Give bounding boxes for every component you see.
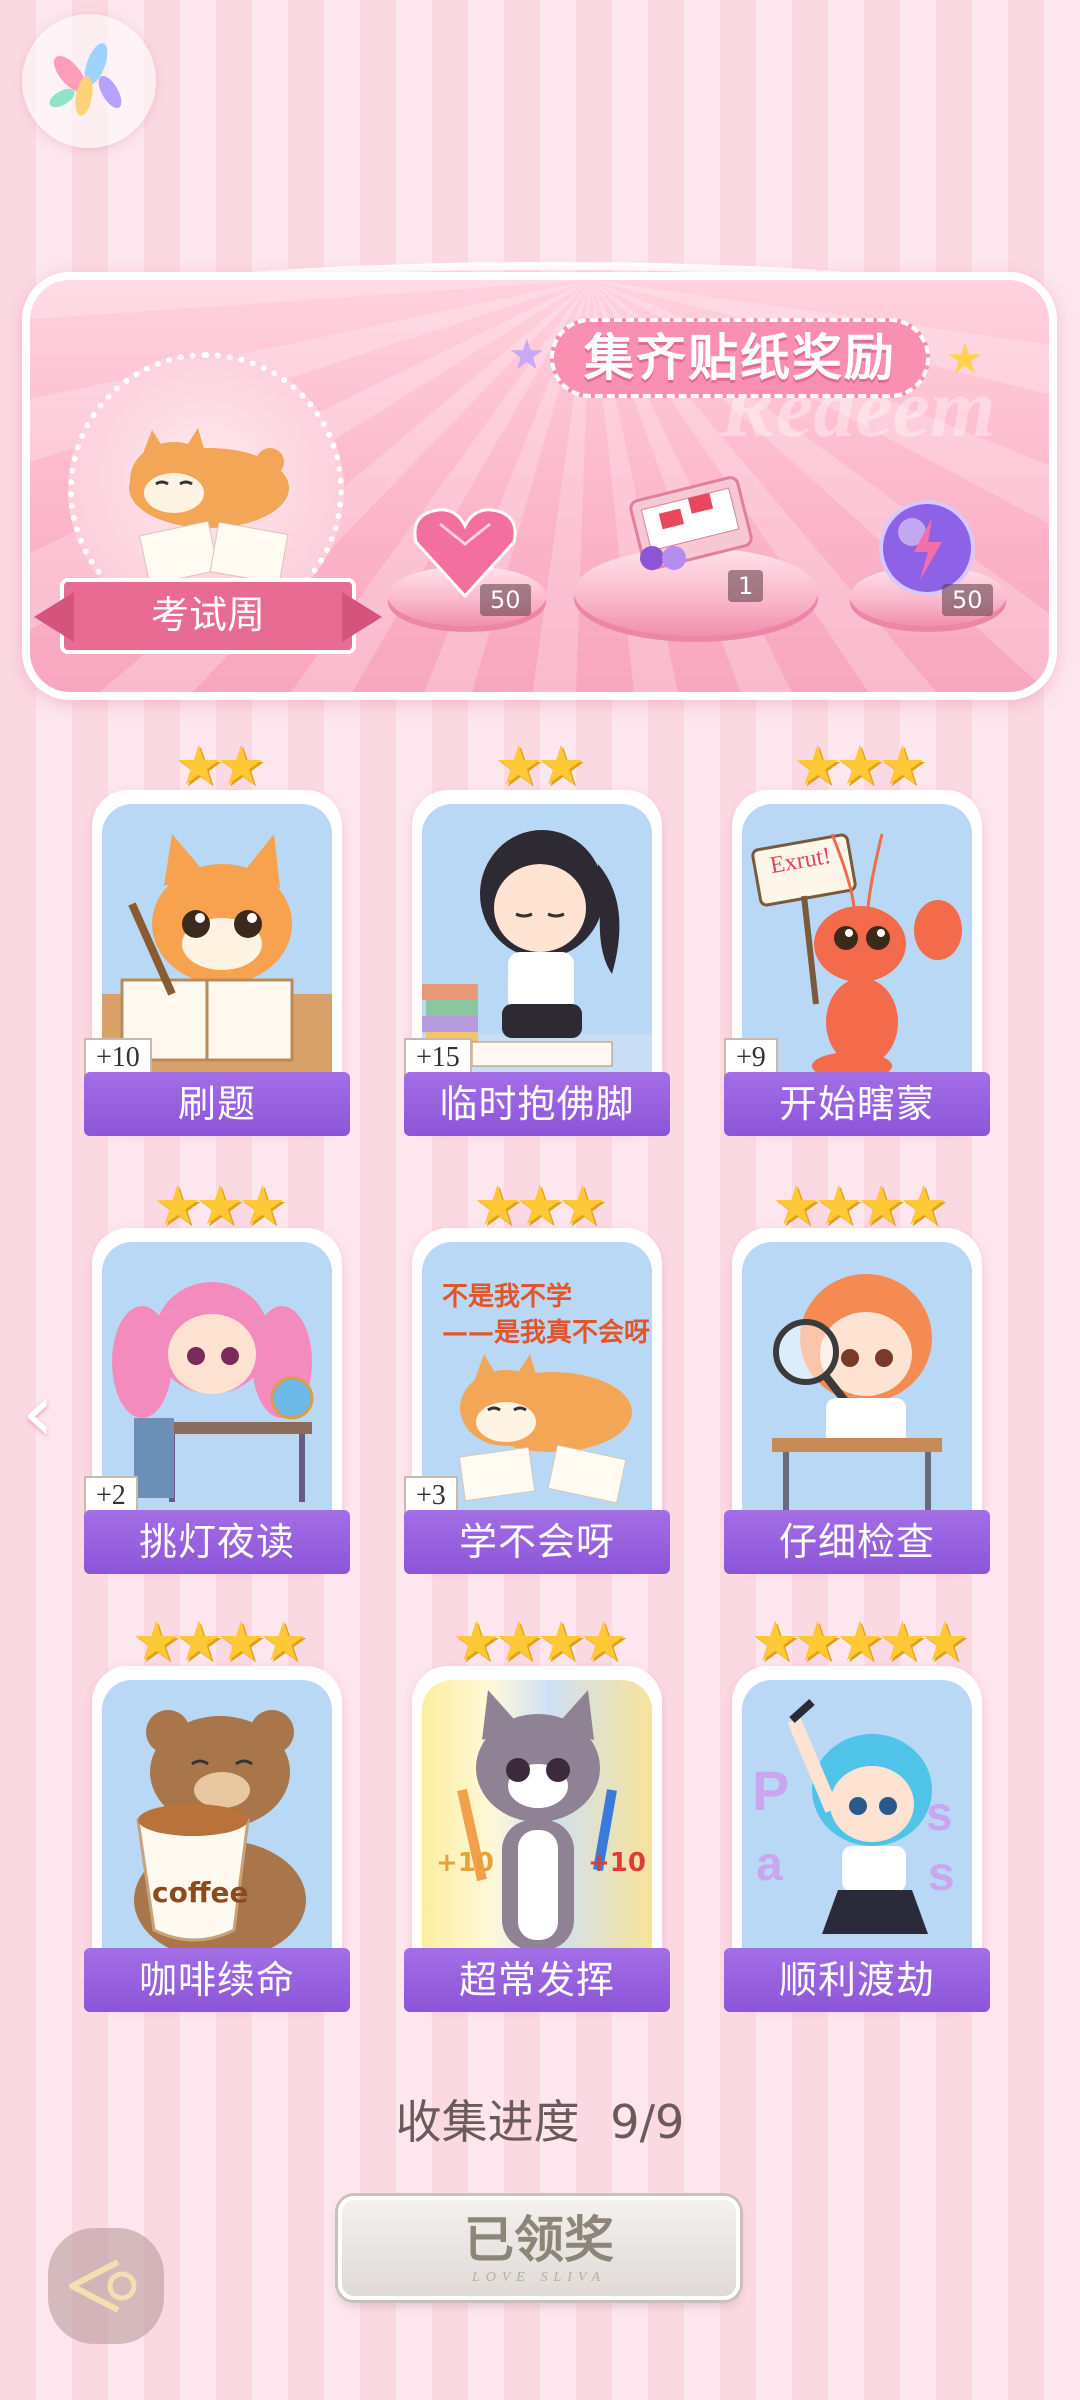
sticker-card[interactable]: +2 挑灯夜读 xyxy=(84,1228,350,1574)
card-label: 超常发挥 xyxy=(404,1948,670,2012)
app-logo-icon xyxy=(49,43,122,116)
back-arrow-icon xyxy=(69,2259,137,2313)
card-stars: ★★★★ xyxy=(772,1174,948,1237)
card-stars: ★★ xyxy=(494,734,586,797)
star-icon: ★ xyxy=(508,330,546,379)
magnifier-girl-icon xyxy=(772,1274,942,1512)
sticker-card[interactable]: +10 +10 超常发挥 xyxy=(404,1666,670,2012)
card-stars: ★★★ xyxy=(793,734,926,797)
blue-hair-girl-icon: P a s s xyxy=(752,1699,955,1934)
card-stars: ★★★★ xyxy=(132,1610,308,1673)
claim-reward-button[interactable]: 已领奖 LOVE SLIVA xyxy=(338,2196,740,2300)
gift-box-icon xyxy=(629,476,753,571)
slogan-text: 不是我不学 xyxy=(442,1282,573,1312)
lightning-orb-icon xyxy=(879,500,975,596)
sticker-art: P a s s xyxy=(742,1680,972,1962)
coffee-text: coffee xyxy=(152,1876,249,1909)
claim-button-subtitle: LOVE SLIVA xyxy=(471,2270,606,2285)
sticker-card[interactable]: 仔细检查 xyxy=(724,1228,990,1574)
banner-title: 集齐贴纸奖励 xyxy=(550,318,930,398)
sticker-art xyxy=(742,1242,972,1524)
card-label: 开始瞎蒙 xyxy=(724,1072,990,1136)
card-stars: ★★ xyxy=(174,734,266,797)
bonus-text: +10 xyxy=(588,1848,646,1878)
bear-coffee-icon xyxy=(134,1710,306,1960)
card-label: 学不会呀 xyxy=(404,1510,670,1574)
sticker-card[interactable]: P a s s 顺利渡劫 xyxy=(724,1666,990,2012)
card-stars: ★★★ xyxy=(153,1174,286,1237)
card-label: 挑灯夜读 xyxy=(84,1510,350,1574)
back-button[interactable] xyxy=(48,2228,164,2344)
app-logo-button[interactable] xyxy=(22,14,156,148)
svg-text:s: s xyxy=(928,1848,955,1901)
chevron-left-icon[interactable]: ‹ xyxy=(22,1366,54,1459)
card-stars: ★★★★ xyxy=(452,1610,628,1673)
claim-button-label: 已领奖 xyxy=(464,2210,614,2269)
sticker-card[interactable]: +10 刷题 xyxy=(84,790,350,1136)
card-label: 刷题 xyxy=(84,1072,350,1136)
sticker-card[interactable]: 不是我不学 ——是我真不会呀 +3 学不会呀 xyxy=(404,1228,670,1574)
reward-count: 50 xyxy=(480,584,531,616)
svg-text:a: a xyxy=(756,1838,783,1891)
character-label: 考试周 xyxy=(60,578,356,654)
svg-text:s: s xyxy=(926,1788,953,1841)
sticker-art: +10 +10 xyxy=(422,1680,652,1962)
sticker-card[interactable]: +15 临时抱佛脚 xyxy=(404,790,670,1136)
card-label: 仔细检查 xyxy=(724,1510,990,1574)
card-stars: ★★★ xyxy=(473,1174,606,1237)
reward-count: 1 xyxy=(728,570,764,602)
progress-label: 收集进度 xyxy=(395,2095,580,2149)
card-label: 临时抱佛脚 xyxy=(404,1072,670,1136)
collection-progress: 收集进度 9/9 xyxy=(0,2086,1080,2152)
sticker-art: coffee xyxy=(102,1680,332,1962)
svg-text:P: P xyxy=(752,1759,789,1822)
card-label: 顺利渡劫 xyxy=(724,1948,990,2012)
reward-count: 50 xyxy=(942,584,993,616)
star-icon: ★ xyxy=(946,334,984,383)
bonus-text: +10 xyxy=(436,1848,494,1878)
gray-cat-icon xyxy=(457,1690,617,1950)
progress-value: 9/9 xyxy=(610,2095,685,2149)
card-stars: ★★★★★ xyxy=(750,1610,969,1673)
sticker-card[interactable]: coffee 咖啡续命 xyxy=(84,1666,350,2012)
sticker-card[interactable]: Exrut! +9 开始瞎蒙 xyxy=(724,790,990,1136)
card-label: 咖啡续命 xyxy=(84,1948,350,2012)
